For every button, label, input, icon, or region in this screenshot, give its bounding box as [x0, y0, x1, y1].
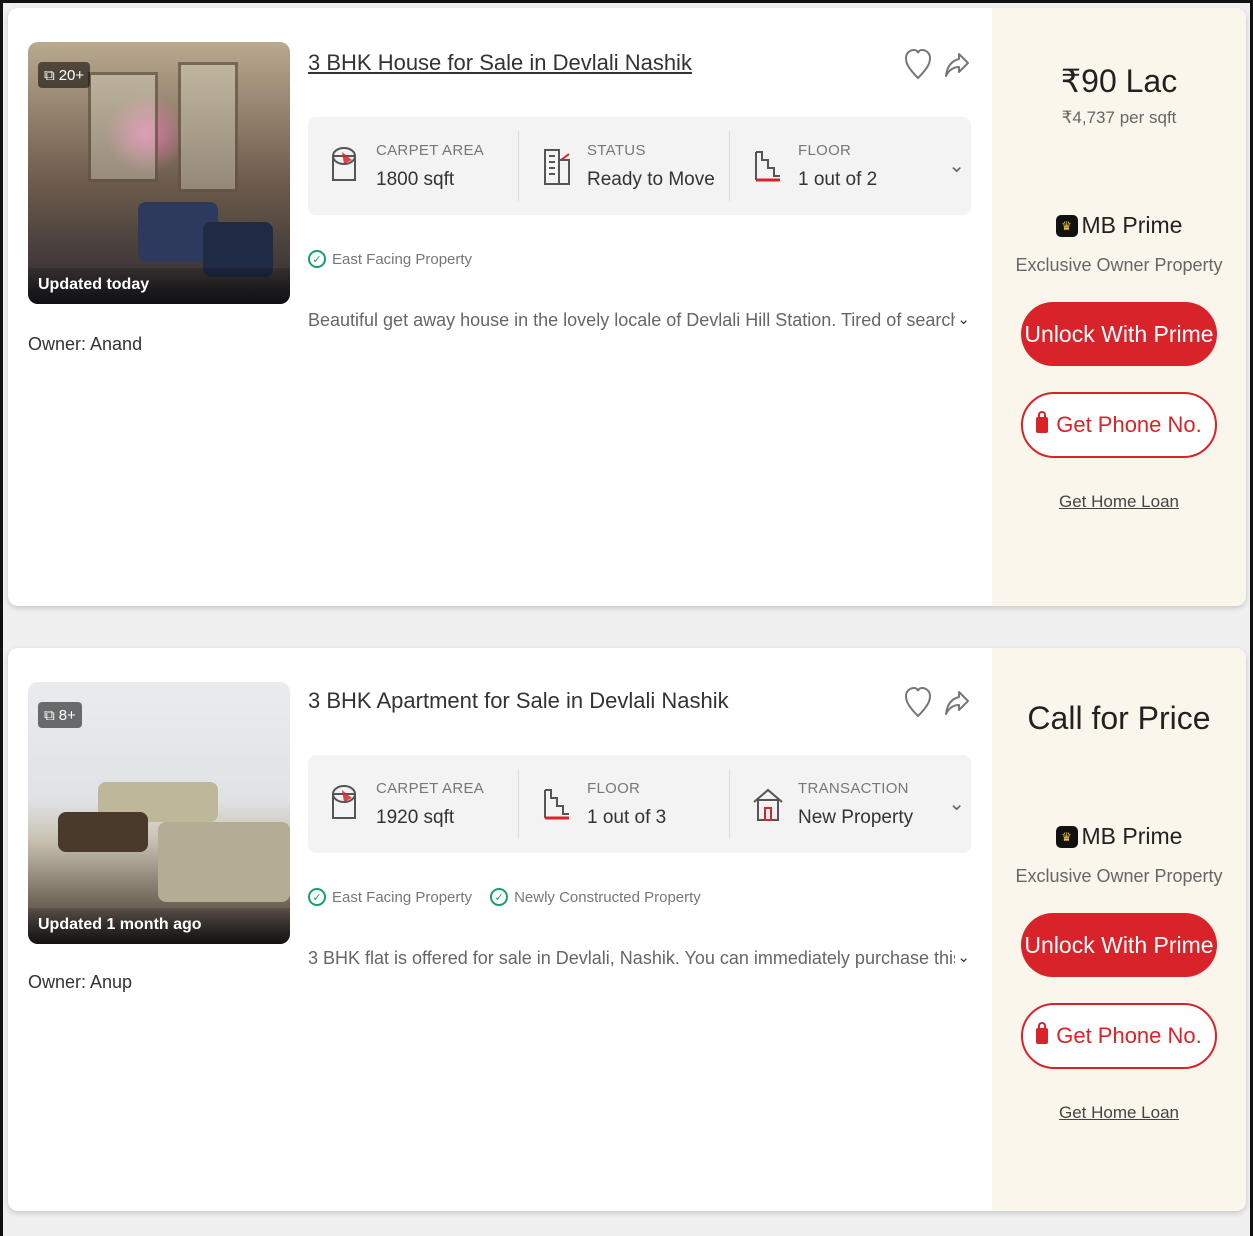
description-text: 3 BHK flat is offered for sale in Devlal… [308, 948, 970, 968]
description: 3 BHK flat is offered for sale in Devlal… [308, 948, 970, 969]
listing-card[interactable]: ⧉ 20+ Updated today Owner: Anand 3 BHK H… [8, 8, 1246, 606]
mb-prime-label: ♛ MB Prime [992, 823, 1246, 850]
description-text: Beautiful get away house in the lovely l… [308, 310, 970, 330]
carpet-area-icon [332, 147, 356, 181]
spec-floor: FLOOR 1 out of 2 [730, 131, 941, 201]
spec-label: STATUS [587, 141, 646, 159]
spec-carpet-area: CARPET AREA 1920 sqft [308, 769, 519, 839]
building-icon [544, 149, 570, 185]
owner-name: Owner: Anup [28, 972, 133, 992]
get-home-loan-link[interactable]: Get Home Loan [1059, 1103, 1179, 1123]
check-icon: ✓ [308, 250, 326, 268]
specs-panel: CARPET AREA 1920 sqft FLOOR 1 out of 3 T… [308, 755, 971, 853]
heart-icon[interactable] [904, 48, 932, 82]
tag-item: ✓ East Facing Property [308, 250, 472, 268]
property-photo[interactable]: ⧉ 8+ Updated 1 month ago [28, 682, 290, 944]
listing-card[interactable]: ⧉ 8+ Updated 1 month ago Owner: Anup 3 B… [8, 648, 1246, 1211]
updated-label: Updated 1 month ago [28, 908, 290, 944]
exclusive-owner-label: Exclusive Owner Property [1015, 866, 1223, 886]
spec-status: STATUS Ready to Move [519, 131, 730, 201]
specs-panel: CARPET AREA 1800 sqft STATUS Ready to Mo… [308, 117, 971, 215]
tag-label: East Facing Property [332, 250, 473, 268]
tags: ✓ East Facing Property ✓ Newly Construct… [308, 888, 701, 906]
price: ₹90 Lac [1060, 63, 1178, 99]
floor-icon [755, 151, 780, 182]
prime-text: MB Prime [1081, 823, 1183, 849]
photo-table [58, 812, 148, 852]
tag-item: ✓ East Facing Property [308, 888, 472, 906]
photo-window [178, 62, 238, 192]
listing-title[interactable]: 3 BHK Apartment for Sale in Devlali Nash… [308, 688, 729, 714]
carpet-area-icon [332, 785, 356, 819]
chevron-down-icon[interactable]: ⌄ [948, 791, 965, 816]
share-icon[interactable] [944, 48, 970, 82]
tags: ✓ East Facing Property [308, 250, 472, 268]
spec-label: TRANSACTION [798, 779, 909, 797]
gallery-icon: ⧉ [44, 66, 55, 84]
lock-icon [1036, 411, 1049, 433]
spec-label: CARPET AREA [376, 779, 485, 797]
prime-text: MB Prime [1081, 212, 1183, 238]
photo-count: 8+ [58, 706, 76, 724]
lock-icon [1036, 1022, 1049, 1044]
spec-label: FLOOR [587, 779, 641, 797]
chevron-down-icon[interactable]: ⌄ [955, 310, 970, 328]
spec-label: FLOOR [798, 141, 852, 159]
spec-value: 1 out of 2 [798, 168, 878, 190]
spec-value: 1920 sqft [376, 806, 455, 828]
photo-count: 20+ [58, 66, 85, 84]
get-home-loan-link[interactable]: Get Home Loan [1059, 492, 1179, 512]
tag-label: Newly Constructed Property [514, 888, 701, 906]
listing-actions [904, 48, 970, 82]
get-phone-label: Get Phone No. [1056, 412, 1202, 437]
listing-title[interactable]: 3 BHK House for Sale in Devlali Nashik [308, 50, 692, 76]
tag-item: ✓ Newly Constructed Property [490, 888, 701, 906]
property-photo[interactable]: ⧉ 20+ Updated today [28, 42, 290, 304]
price-per-sqft: ₹4,737 per sqft [1061, 108, 1177, 127]
mb-prime-label: ♛ MB Prime [992, 212, 1246, 239]
get-phone-label: Get Phone No. [1056, 1023, 1202, 1048]
owner-name: Owner: Anand [28, 334, 143, 354]
listing-actions [904, 686, 970, 720]
updated-label: Updated today [28, 268, 290, 304]
photo-count-badge[interactable]: ⧉ 20+ [38, 62, 91, 88]
price: Call for Price [1027, 700, 1211, 736]
heart-icon[interactable] [904, 686, 932, 720]
house-icon [753, 788, 783, 821]
share-icon[interactable] [944, 686, 970, 720]
floor-icon [544, 789, 569, 820]
get-phone-button[interactable]: Get Phone No. [1021, 1003, 1217, 1069]
spec-value: Ready to Move [587, 168, 715, 190]
crown-icon: ♛ [1055, 214, 1078, 237]
spec-carpet-area: CARPET AREA 1800 sqft [308, 131, 519, 201]
photo-sofa [158, 822, 290, 902]
crown-icon: ♛ [1055, 825, 1078, 848]
price-panel: Call for Price ♛ MB Prime Exclusive Owne… [992, 648, 1246, 1211]
spec-value: 1 out of 3 [587, 806, 667, 828]
spec-value: New Property [798, 806, 914, 828]
exclusive-owner-label: Exclusive Owner Property [1015, 255, 1223, 275]
spec-label: CARPET AREA [376, 141, 485, 159]
gallery-icon: ⧉ [44, 706, 55, 724]
spec-transaction: TRANSACTION New Property [730, 769, 941, 839]
unlock-with-prime-button[interactable]: Unlock With Prime [1021, 913, 1217, 977]
spec-floor: FLOOR 1 out of 3 [519, 769, 730, 839]
chevron-down-icon[interactable]: ⌄ [948, 153, 965, 178]
price-panel: ₹90 Lac ₹4,737 per sqft ♛ MB Prime Exclu… [992, 8, 1246, 606]
check-icon: ✓ [308, 888, 326, 906]
unlock-with-prime-button[interactable]: Unlock With Prime [1021, 302, 1217, 366]
photo-count-badge[interactable]: ⧉ 8+ [38, 702, 82, 728]
spec-value: 1800 sqft [376, 168, 455, 190]
chevron-down-icon[interactable]: ⌄ [955, 948, 970, 966]
tag-label: East Facing Property [332, 888, 473, 906]
check-icon: ✓ [490, 888, 509, 906]
photo-window [88, 72, 158, 182]
description: Beautiful get away house in the lovely l… [308, 310, 970, 331]
get-phone-button[interactable]: Get Phone No. [1021, 392, 1217, 458]
